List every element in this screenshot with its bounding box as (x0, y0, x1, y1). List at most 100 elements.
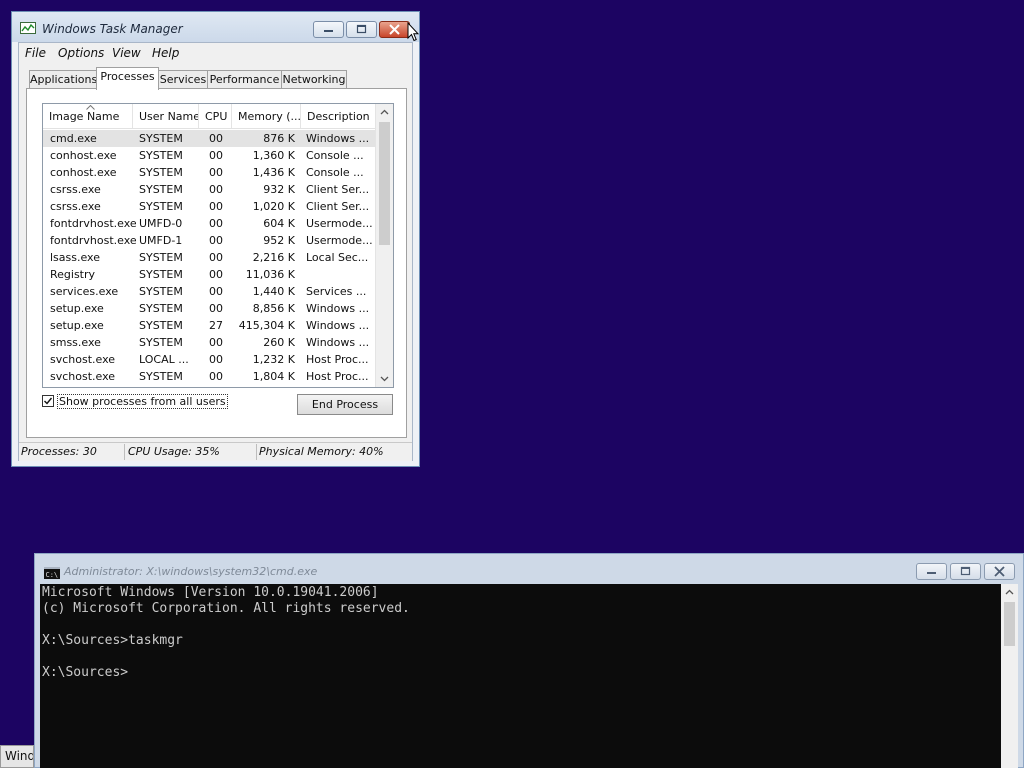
column-cpu[interactable]: CPU (199, 104, 232, 128)
tab-services[interactable]: Services (158, 70, 208, 89)
process-description: Windows ... (306, 132, 370, 145)
console-output[interactable]: Microsoft Windows [Version 10.0.19041.20… (40, 584, 1001, 768)
cmd-minimize-button[interactable] (916, 563, 947, 580)
column-image-name[interactable]: Image Name (43, 104, 133, 128)
scroll-thumb[interactable] (379, 122, 390, 245)
process-memory: 1,436 K (252, 166, 295, 179)
console-scrollbar[interactable] (1001, 584, 1018, 768)
scroll-down-icon[interactable] (376, 370, 393, 387)
table-row[interactable]: setup.exe SYSTEM 27 415,304 K Windows ... (43, 317, 376, 334)
end-process-button[interactable]: End Process (297, 394, 393, 415)
process-memory: 1,360 K (252, 149, 295, 162)
scroll-up-icon[interactable] (376, 104, 393, 121)
table-row[interactable]: fontdrvhost.exe UMFD-1 00 952 K Usermode... (43, 232, 376, 249)
table-row[interactable]: csrss.exe SYSTEM 00 932 K Client Ser... (43, 181, 376, 198)
menu-options[interactable]: Options (58, 46, 104, 60)
show-all-users-checkbox[interactable] (42, 395, 54, 407)
tab-processes[interactable]: Processes (96, 67, 159, 90)
process-name: csrss.exe (50, 200, 101, 213)
table-row[interactable]: csrss.exe SYSTEM 00 1,020 K Client Ser... (43, 198, 376, 215)
menu-file[interactable]: File (25, 46, 46, 60)
process-user: SYSTEM (139, 336, 183, 349)
table-row[interactable]: services.exe SYSTEM 00 1,440 K Services ... (43, 283, 376, 300)
process-name: csrss.exe (50, 183, 101, 196)
taskbar-item[interactable]: Wind (0, 745, 34, 768)
process-name: smss.exe (50, 336, 101, 349)
process-name: svchost.exe (50, 353, 116, 366)
process-memory: 1,440 K (252, 285, 295, 298)
process-name: conhost.exe (50, 149, 117, 162)
process-description: Host Proc... (306, 353, 369, 366)
menu-view[interactable]: View (112, 46, 141, 60)
process-user: SYSTEM (139, 166, 183, 179)
tab-applications[interactable]: Applications (29, 70, 97, 89)
table-row[interactable]: svchost.exe SYSTEM 00 1,804 K Host Proc... (43, 368, 376, 385)
tab-networking[interactable]: Networking (281, 70, 347, 89)
process-memory: 11,036 K (245, 268, 295, 281)
process-memory: 2,216 K (252, 251, 295, 264)
cmd-close-button[interactable] (984, 563, 1015, 580)
table-row[interactable]: Registry SYSTEM 00 11,036 K (43, 266, 376, 283)
task-manager-app-icon (20, 22, 36, 34)
minimize-button[interactable] (313, 21, 344, 38)
process-name: setup.exe (50, 319, 104, 332)
task-manager-body: File Options View Help Applications Proc… (18, 42, 413, 461)
process-user: SYSTEM (139, 183, 183, 196)
process-name: setup.exe (50, 302, 104, 315)
tab-performance[interactable]: Performance (207, 70, 282, 89)
process-description: Client Ser... (306, 183, 370, 196)
task-manager-window: Windows Task Manager File Options View H… (11, 11, 420, 467)
process-user: SYSTEM (139, 370, 183, 383)
column-memory[interactable]: Memory (... (232, 104, 301, 128)
table-row[interactable]: setup.exe SYSTEM 00 8,856 K Windows ... (43, 300, 376, 317)
process-cpu: 00 (209, 302, 223, 315)
task-manager-titlebar[interactable]: Windows Task Manager (12, 12, 419, 42)
process-cpu: 00 (209, 370, 223, 383)
process-memory: 260 K (263, 336, 295, 349)
process-cpu: 00 (209, 234, 223, 247)
process-list-scrollbar[interactable] (375, 104, 393, 387)
process-user: LOCAL ... (139, 353, 189, 366)
close-icon (994, 566, 1005, 577)
column-user-name[interactable]: User Name (133, 104, 199, 128)
close-icon (389, 24, 400, 35)
console-line: X:\Sources>taskmgr (42, 633, 183, 648)
table-row[interactable]: smss.exe SYSTEM 00 260 K Windows ... (43, 334, 376, 351)
process-user: SYSTEM (139, 149, 183, 162)
status-physical-memory: Physical Memory: 40% (259, 445, 384, 458)
maximize-button[interactable] (346, 21, 377, 38)
show-all-users-label[interactable]: Show processes from all users (57, 394, 228, 409)
table-row[interactable]: conhost.exe SYSTEM 00 1,436 K Console ... (43, 164, 376, 181)
process-description: Windows ... (306, 336, 370, 349)
table-row[interactable]: lsass.exe SYSTEM 00 2,216 K Local Sec... (43, 249, 376, 266)
menu-help[interactable]: Help (152, 46, 179, 60)
process-user: SYSTEM (139, 319, 183, 332)
scroll-thumb[interactable] (1004, 602, 1015, 646)
process-name: conhost.exe (50, 166, 117, 179)
process-memory: 1,804 K (252, 370, 295, 383)
process-cpu: 00 (209, 285, 223, 298)
process-cpu: 00 (209, 200, 223, 213)
process-name: cmd.exe (50, 132, 97, 145)
process-cpu: 00 (209, 217, 223, 230)
process-user: SYSTEM (139, 268, 183, 281)
table-row[interactable]: conhost.exe SYSTEM 00 1,360 K Console ... (43, 147, 376, 164)
table-row[interactable]: cmd.exe SYSTEM 00 876 K Windows ... (43, 130, 376, 147)
menu-bar: File Options View Help (19, 43, 412, 63)
minimize-icon (324, 30, 333, 32)
process-cpu: 00 (209, 183, 223, 196)
table-row[interactable]: svchost.exe LOCAL ... 00 1,232 K Host Proc..… (43, 351, 376, 368)
process-cpu: 00 (209, 336, 223, 349)
process-name: fontdrvhost.exe (50, 217, 136, 230)
process-memory: 415,304 K (238, 319, 295, 332)
scroll-up-icon[interactable] (1001, 584, 1018, 601)
process-cpu: 00 (209, 166, 223, 179)
process-description: Windows ... (306, 302, 370, 315)
process-memory: 1,232 K (252, 353, 295, 366)
process-name: svchost.exe (50, 370, 116, 383)
close-button[interactable] (379, 21, 410, 38)
cmd-maximize-button[interactable] (950, 563, 981, 580)
process-list[interactable]: Image Name User Name CPU Memory (... Des… (42, 103, 394, 388)
column-description[interactable]: Description (301, 104, 376, 128)
table-row[interactable]: fontdrvhost.exe UMFD-0 00 604 K Usermode... (43, 215, 376, 232)
